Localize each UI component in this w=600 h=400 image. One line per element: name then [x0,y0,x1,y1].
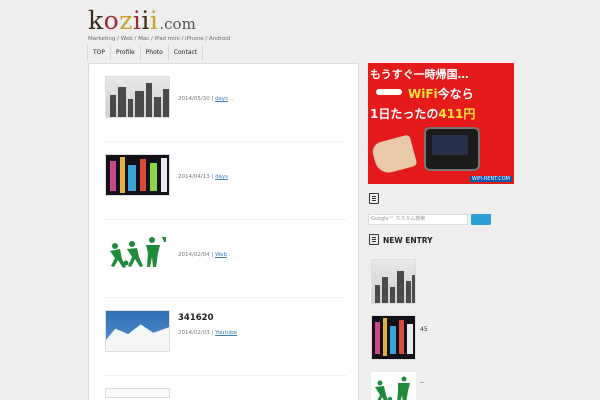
list-icon [369,234,379,245]
airplane-icon [376,89,402,95]
new-entry-count: 45 [420,326,428,333]
ad-price-value: 411円 [438,107,476,121]
new-entry-count: -- [420,379,425,386]
search-button[interactable] [471,214,491,225]
new-entry-thumbnail[interactable] [371,315,416,360]
ad-wifi-word: WiFi [408,87,438,101]
post-category-link[interactable]: Youtube [215,330,237,336]
list-item: 2014/02/04 | Web . [105,232,345,298]
wifi-router-image [424,127,480,171]
post-list: 2014/05/30 | days .. 2014/04/13 | days 2… [88,63,359,400]
post-date: 2014/02/03 [178,330,210,336]
post-meta: 2014/02/04 | Web . [178,252,231,258]
illustration-icon [110,237,166,268]
post-meta: 2014/04/13 | days [178,174,229,180]
nav-item-contact[interactable]: Contact [169,45,204,60]
post-thumbnail[interactable] [105,388,170,398]
nav-item-photo[interactable]: Photo [141,45,169,60]
new-entry-thumbnail[interactable] [371,372,416,400]
ad-url: WiFi-RENT.COM [469,176,512,182]
hand-image [370,134,418,176]
main-nav: TOP Profile Photo Contact [87,45,204,60]
post-category-link[interactable]: days [215,96,228,102]
list-item [105,388,345,400]
post-thumbnail[interactable] [105,76,170,118]
nav-item-top[interactable]: TOP [88,45,112,60]
ad-wifi-text: WiFi今なら [408,85,474,102]
logo-text: koziii [88,6,159,35]
list-item: 2014/05/30 | days .. [105,76,345,142]
post-thumbnail[interactable] [105,310,170,352]
search-input[interactable]: Google™ カスタム検索 [368,214,468,225]
post-category-link[interactable]: days [215,174,228,180]
post-category-link[interactable]: Web [215,252,227,258]
list-item: 341620 2014/02/03 | Youtube [105,310,345,376]
ad-wifi-suffix: 今なら [437,87,474,101]
post-meta: 2014/02/03 | Youtube [178,330,238,336]
ad-headline: もうすぐ一時帰国… [370,68,469,81]
post-thumbnail[interactable] [105,232,170,274]
new-entry-thumbnail[interactable] [371,259,416,304]
document-icon [369,193,379,204]
site-logo[interactable]: koziii .com [88,6,196,35]
site-tagline: Marketing / Web / Mac / iPad mini / iPho… [88,36,231,42]
ad-price-prefix: 1日たったの [370,107,439,121]
logo-tld: .com [159,15,196,33]
list-item: 2014/04/13 | days [105,154,345,220]
post-title[interactable]: 341620 [178,313,214,323]
sidebar-ad[interactable]: もうすぐ一時帰国… WiFi今なら 1日たったの411円 WiFi-RENT.C… [368,63,514,184]
new-entry-heading: NEW ENTRY [383,236,433,245]
ad-price-text: 1日たったの411円 [370,105,475,122]
post-thumbnail[interactable] [105,154,170,196]
post-meta: 2014/05/30 | days .. [178,96,234,102]
nav-item-profile[interactable]: Profile [111,45,141,60]
illustration-icon [375,376,410,400]
post-date: 2014/04/13 [178,174,210,180]
post-date: 2014/02/04 [178,252,210,258]
post-date: 2014/05/30 [178,96,210,102]
